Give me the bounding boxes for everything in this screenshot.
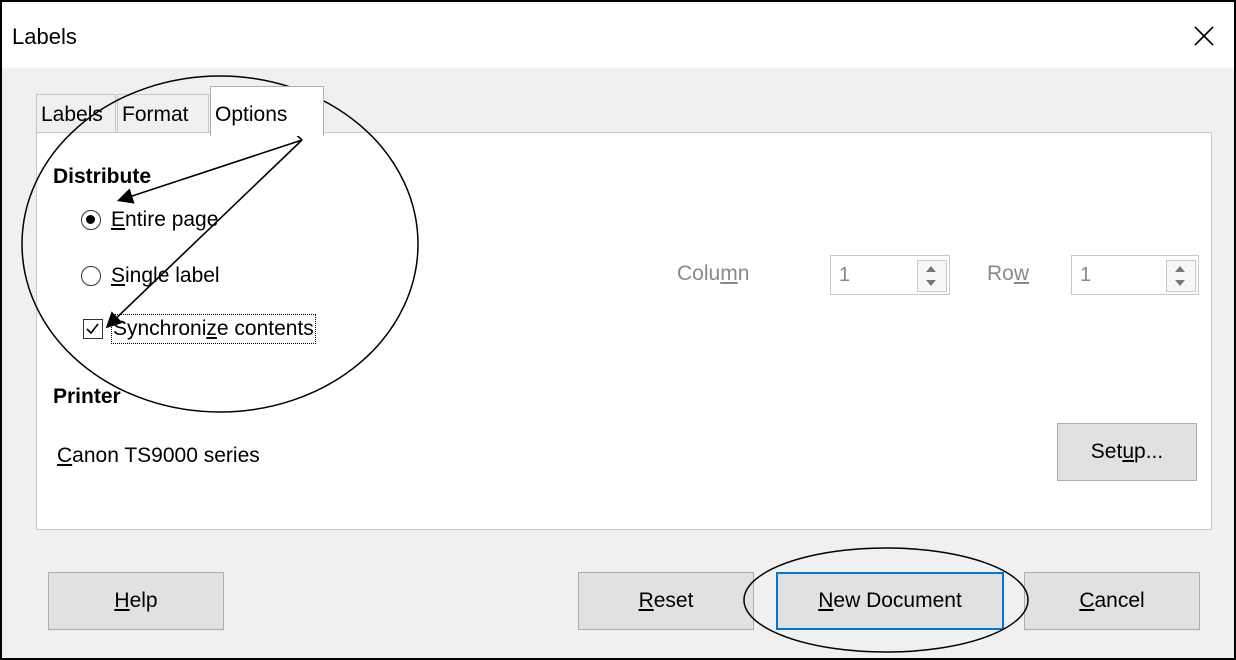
column-spin-buttons[interactable] <box>917 260 947 292</box>
distribute-heading: Distribute <box>53 165 152 188</box>
setup-button[interactable]: Setup... <box>1057 423 1197 481</box>
single-label-label[interactable]: Single label <box>111 263 220 289</box>
synchronize-contents-label[interactable]: Synchronize contents <box>111 314 316 344</box>
synchronize-checkbox[interactable] <box>83 319 103 339</box>
column-value: 1 <box>839 264 851 286</box>
labels-dialog: Labels Labels Format Options Distribute … <box>0 0 1236 660</box>
tab-format[interactable]: Format <box>117 94 209 134</box>
check-icon <box>86 323 99 335</box>
cancel-button[interactable]: Cancel <box>1024 572 1200 630</box>
close-icon[interactable] <box>1188 20 1220 52</box>
column-spinbox[interactable]: 1 <box>830 255 950 295</box>
tab-labels[interactable]: Labels <box>36 94 116 134</box>
reset-button[interactable]: Reset <box>578 572 754 630</box>
help-button[interactable]: Help <box>48 572 224 630</box>
row-label: Row <box>987 262 1030 285</box>
entire-page-label[interactable]: Entire page <box>111 207 218 233</box>
column-label: Column <box>677 262 750 285</box>
single-label-radio[interactable] <box>81 266 101 286</box>
row-spin-buttons[interactable] <box>1166 260 1196 292</box>
spin-up-icon[interactable] <box>926 266 936 272</box>
title-bar: Labels <box>2 2 1234 68</box>
options-panel: Distribute Entire page Single label Sync… <box>36 132 1212 530</box>
new-document-button[interactable]: New Document <box>776 572 1004 630</box>
entire-page-radio[interactable] <box>81 210 101 230</box>
dialog-title: Labels <box>12 24 77 49</box>
tab-options[interactable]: Options <box>210 86 324 136</box>
printer-name: Canon TS9000 series <box>57 444 260 467</box>
spin-down-icon[interactable] <box>926 280 936 286</box>
printer-heading: Printer <box>53 385 121 408</box>
spin-down-icon[interactable] <box>1175 280 1185 286</box>
row-spinbox[interactable]: 1 <box>1071 255 1199 295</box>
row-value: 1 <box>1080 264 1092 286</box>
spin-up-icon[interactable] <box>1175 266 1185 272</box>
